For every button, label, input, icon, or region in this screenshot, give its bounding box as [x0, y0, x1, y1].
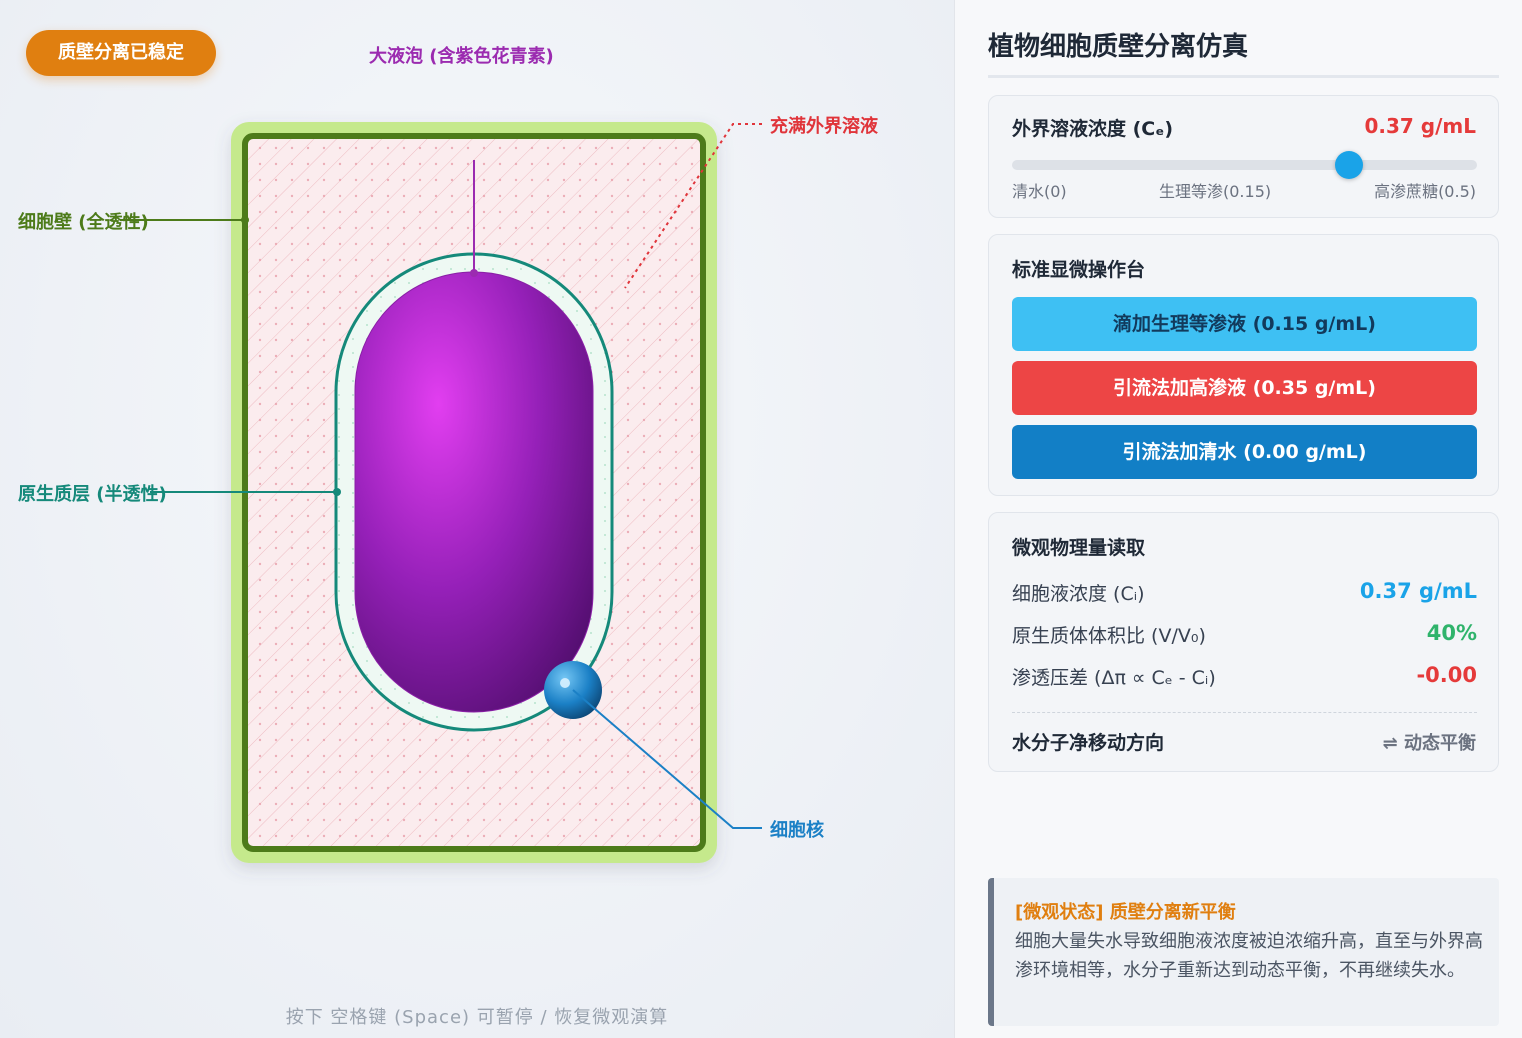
reading-value: 0.37 g/mL — [1359, 579, 1477, 603]
concentration-value: 0.37 g/mL — [1364, 114, 1476, 138]
readings-title: 微观物理量读取 — [1012, 537, 1146, 559]
concentration-label: 外界溶液浓度 (Cₑ) — [1012, 118, 1174, 140]
concentration-card: 外界溶液浓度 (Cₑ) 0.37 g/mL 清水(0) 生理等渗(0.15) 高… — [988, 95, 1499, 218]
readings-card: 微观物理量读取 细胞液浓度 (Cᵢ) 0.37 g/mL 原生质体体积比 (V/… — [988, 512, 1499, 772]
add-water-button[interactable]: 引流法加清水 (0.00 g/mL) — [1012, 425, 1477, 479]
reading-label: 渗透压差 (Δπ ∝ Cₑ - Cᵢ) — [1012, 667, 1216, 689]
readings-divider — [1012, 712, 1477, 713]
simulation-stage: 质壁分离已稳定 大液泡 (含紫色花青素) 充满外界溶液 细胞壁 (全透性) 原生… — [0, 0, 954, 1038]
note-title: [微观状态] 质壁分离新平衡 — [1015, 902, 1236, 923]
reading-value: -0.00 — [1416, 663, 1477, 687]
nucleus-label: 细胞核 — [770, 820, 824, 841]
micro-state-note: [微观状态] 质壁分离新平衡 细胞大量失水导致细胞液浓度被迫浓缩升高，直至与外界… — [988, 878, 1499, 1026]
cell-diagram — [120, 122, 762, 863]
status-badge: 质壁分离已稳定 — [26, 30, 216, 76]
reading-value: 40% — [1426, 621, 1477, 645]
note-body: 细胞大量失水导致细胞液浓度被迫浓缩升高，直至与外界高渗环境相等，水分子重新达到动… — [1015, 931, 1483, 981]
reading-label: 细胞液浓度 (Cᵢ) — [1012, 583, 1145, 605]
reading-row-sap-concentration: 细胞液浓度 (Cᵢ) 0.37 g/mL — [1012, 579, 1477, 609]
concentration-slider-thumb[interactable] — [1335, 151, 1363, 179]
slider-tick-hypertonic: 高渗蔗糖(0.5) — [1374, 182, 1476, 201]
control-panel: 植物细胞质壁分离仿真 外界溶液浓度 (Cₑ) 0.37 g/mL 清水(0) 生… — [954, 0, 1522, 1038]
keyboard-hint: 按下 空格键 (Space) 可暂停 / 恢复微观演算 — [285, 1007, 669, 1028]
membrane-leader-dot — [333, 488, 341, 496]
concentration-slider-track[interactable] — [1012, 160, 1477, 170]
reading-label: 原生质体体积比 (V/V₀) — [1012, 625, 1206, 647]
title-divider — [988, 75, 1499, 78]
protoplast-layer-label: 原生质层 (半透性) — [18, 484, 167, 505]
operations-card: 标准显微操作台 滴加生理等渗液 (0.15 g/mL) 引流法加高渗液 (0.3… — [988, 234, 1499, 496]
vacuole-label: 大液泡 (含紫色花青素) — [369, 46, 554, 67]
reading-row-osmotic-difference: 渗透压差 (Δπ ∝ Cₑ - Cᵢ) -0.00 — [1012, 663, 1477, 693]
water-direction-value: ⇌ 动态平衡 — [1382, 733, 1476, 754]
slider-tick-isotonic: 生理等渗(0.15) — [1159, 182, 1272, 201]
add-isotonic-button[interactable]: 滴加生理等渗液 (0.15 g/mL) — [1012, 297, 1477, 351]
slider-tick-water: 清水(0) — [1012, 182, 1067, 201]
panel-title: 植物细胞质壁分离仿真 — [988, 32, 1249, 62]
nucleus-highlight — [560, 678, 570, 688]
water-direction-label: 水分子净移动方向 — [1012, 732, 1165, 754]
cell-wall-label: 细胞壁 (全透性) — [18, 212, 149, 233]
external-solution-label: 充满外界溶液 — [770, 116, 878, 137]
operations-title: 标准显微操作台 — [1012, 259, 1146, 281]
reading-row-volume-ratio: 原生质体体积比 (V/V₀) 40% — [1012, 621, 1477, 651]
vacuole — [354, 271, 594, 713]
wall-leader-dot — [241, 216, 249, 224]
vacuole-leader-dot — [470, 269, 478, 277]
add-hypertonic-button[interactable]: 引流法加高渗液 (0.35 g/mL) — [1012, 361, 1477, 415]
